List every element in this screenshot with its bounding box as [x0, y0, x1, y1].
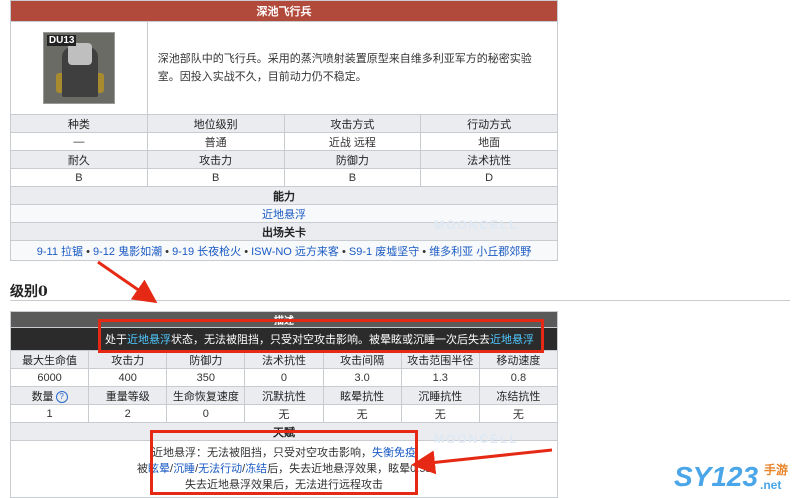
arrow-to-talent — [411, 448, 553, 475]
svg-text:SY123: SY123 — [674, 461, 758, 492]
svg-text:手游: 手游 — [764, 462, 788, 477]
arrow-to-description — [97, 260, 158, 304]
site-logo: SY123 手游 .net — [674, 461, 788, 492]
annotation-arrows — [97, 260, 553, 475]
svg-text:.net: .net — [760, 478, 781, 492]
